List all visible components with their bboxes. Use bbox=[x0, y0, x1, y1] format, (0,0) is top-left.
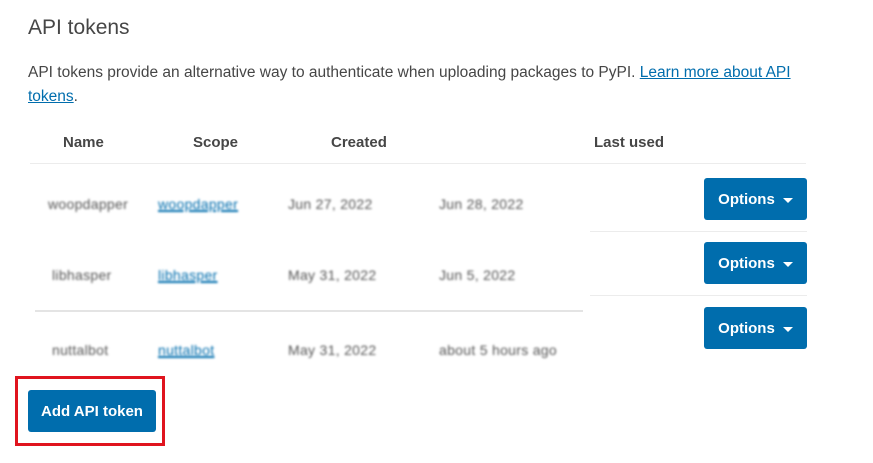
token-scope[interactable]: nuttalbot bbox=[158, 342, 214, 358]
token-name: woopdapper bbox=[48, 196, 129, 212]
header-scope: Scope bbox=[193, 134, 239, 151]
row-divider bbox=[590, 295, 807, 296]
options-button[interactable]: Options bbox=[704, 307, 807, 349]
row-divider bbox=[590, 231, 807, 232]
caret-down-icon bbox=[782, 326, 793, 332]
token-last-used: about 5 hours ago bbox=[439, 342, 557, 358]
section-description: API tokens provide an alternative way to… bbox=[28, 61, 798, 109]
description-end: . bbox=[73, 88, 78, 105]
token-name: nuttalbot bbox=[52, 342, 109, 358]
header-created: Created bbox=[331, 134, 387, 151]
caret-down-icon bbox=[782, 197, 793, 203]
token-created: May 31, 2022 bbox=[288, 342, 377, 358]
token-name: libhasper bbox=[52, 267, 112, 283]
header-divider bbox=[30, 163, 806, 164]
description-text: API tokens provide an alternative way to… bbox=[28, 64, 640, 81]
header-name: Name bbox=[63, 134, 104, 151]
section-title: API tokens bbox=[28, 16, 130, 39]
options-button[interactable]: Options bbox=[704, 242, 807, 284]
token-scope[interactable]: woopdapper bbox=[158, 196, 238, 212]
token-created: Jun 27, 2022 bbox=[288, 196, 373, 212]
add-api-token-button[interactable]: Add API token bbox=[28, 390, 156, 432]
options-button[interactable]: Options bbox=[704, 178, 807, 220]
token-scope[interactable]: libhasper bbox=[158, 267, 218, 283]
token-last-used: Jun 5, 2022 bbox=[439, 267, 516, 283]
caret-down-icon bbox=[782, 261, 793, 267]
options-label: Options bbox=[718, 190, 775, 208]
options-label: Options bbox=[718, 319, 775, 337]
options-label: Options bbox=[718, 254, 775, 272]
header-last-used: Last used bbox=[594, 134, 665, 151]
row-divider bbox=[35, 310, 583, 312]
token-last-used: Jun 28, 2022 bbox=[439, 196, 524, 212]
token-created: May 31, 2022 bbox=[288, 267, 377, 283]
